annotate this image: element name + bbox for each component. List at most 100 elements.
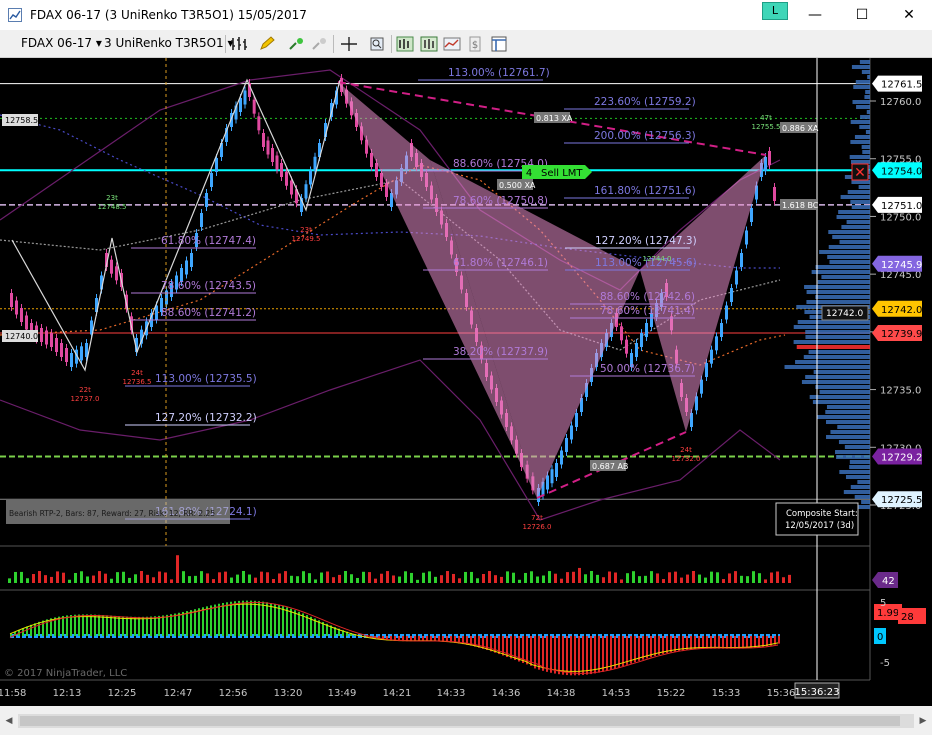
volume-profile-bar	[805, 335, 870, 339]
swing-bars-label: 22t	[79, 386, 91, 394]
horizontal-scrollbar[interactable]: ◀ ▶	[0, 706, 932, 735]
volume-profile-bar	[850, 160, 870, 164]
volume-bar	[188, 576, 191, 583]
volume-bar	[98, 571, 101, 583]
time-tick-label: 15:22	[657, 688, 686, 699]
crosshair-icon[interactable]	[339, 34, 359, 54]
oscillator-bar	[602, 636, 604, 672]
bollinger-lower-line	[0, 359, 781, 521]
volume-bar	[104, 573, 107, 583]
oscillator-bar	[126, 616, 128, 636]
fib-level-label: 61.80% (12747.4)	[161, 235, 256, 247]
data-box-icon[interactable]	[419, 34, 439, 54]
volume-profile-bar	[793, 340, 870, 344]
oscillator-bar	[186, 611, 188, 636]
order-quantity[interactable]: 4	[526, 168, 532, 179]
pencil-draw-icon[interactable]	[257, 34, 277, 54]
volume-bar	[728, 573, 731, 583]
instrument-selector[interactable]: FDAX 06-17 ▾	[21, 36, 102, 50]
chart-panel[interactable]: 113.00% (12761.7) 223.60% (12759.2) 200.00…	[0, 58, 932, 706]
volume-bar	[506, 571, 509, 583]
toolbar-separator	[391, 35, 392, 53]
price-marker-label: 12725.5	[881, 495, 922, 506]
volume-bar	[500, 576, 503, 583]
volume-bar	[596, 574, 599, 583]
volume-bar	[182, 571, 185, 583]
volume-bar	[20, 571, 23, 583]
time-tick-label: 12:25	[108, 688, 137, 699]
add-indicator-icon[interactable]	[287, 34, 307, 54]
volume-bar	[488, 571, 491, 583]
renko-up-bar	[205, 193, 208, 207]
volume-bar	[770, 572, 773, 583]
renko-down-bar	[55, 338, 58, 352]
oscillator-bar	[146, 616, 148, 636]
volume-profile-bar	[854, 495, 870, 499]
oscillator-bar	[210, 605, 212, 636]
volume-bar	[290, 575, 293, 583]
volume-bar	[548, 571, 551, 583]
volume-bar	[14, 571, 17, 583]
volume-bar	[200, 571, 203, 583]
oscillator-bar	[698, 636, 700, 649]
renko-up-bar	[565, 438, 568, 452]
volume-profile-bar	[809, 395, 870, 399]
zoom-icon[interactable]	[367, 34, 387, 54]
volume-profile-bar	[815, 295, 870, 299]
volume-bar	[452, 573, 455, 583]
close-button[interactable]: ✕	[886, 0, 932, 30]
volume-bar	[422, 572, 425, 583]
volume-bar	[296, 576, 299, 583]
strategy-icon[interactable]: $	[465, 34, 485, 54]
bars-type-icon[interactable]	[229, 34, 249, 54]
remove-icon[interactable]	[310, 34, 330, 54]
scroll-left-icon[interactable]: ◀	[2, 714, 16, 728]
oscillator-bar	[246, 600, 248, 636]
oscillator-bar	[98, 614, 100, 636]
volume-profile-bar	[861, 500, 870, 504]
time-tick-label: 14:53	[602, 688, 631, 699]
volume-profile-bar	[803, 355, 870, 359]
minimize-button[interactable]: —	[792, 0, 838, 30]
volume-bar	[542, 575, 545, 583]
link-button[interactable]: L	[762, 2, 788, 20]
fib-level-label: 113.00% (12735.5)	[155, 373, 257, 385]
order-label[interactable]: Sell LMT	[541, 168, 583, 179]
volume-bar	[620, 579, 623, 583]
volume-profile-bar	[865, 90, 870, 94]
maximize-button[interactable]: ☐	[839, 0, 885, 30]
oscillator-bar	[634, 636, 636, 663]
scroll-right-icon[interactable]: ▶	[916, 714, 930, 728]
volume-bar	[356, 577, 359, 583]
properties-icon[interactable]	[489, 34, 509, 54]
oscillator-bar	[638, 636, 640, 661]
volume-profile-bar	[838, 210, 870, 214]
indicator-chart-icon[interactable]	[442, 34, 462, 54]
renko-down-bar	[20, 308, 23, 322]
volume-bar	[428, 571, 431, 583]
renko-down-bar	[271, 148, 274, 162]
price-tick-label: 12760.0	[880, 97, 921, 108]
chart-trader-icon[interactable]	[395, 34, 415, 54]
oscillator-bar	[142, 616, 144, 636]
time-tick-label: 13:20	[274, 688, 303, 699]
cancel-order-glyph[interactable]: ✕	[854, 165, 866, 181]
time-tick-label: 12:13	[53, 688, 82, 699]
renko-up-bar	[215, 158, 218, 172]
scroll-thumb[interactable]	[20, 716, 900, 726]
price-chart[interactable]: 113.00% (12761.7) 223.60% (12759.2) 200.00…	[0, 58, 932, 706]
volume-bar	[476, 578, 479, 583]
oscillator-bar	[106, 615, 108, 636]
renko-up-bar	[710, 349, 713, 364]
chart-app-icon	[8, 8, 22, 22]
volume-bar	[650, 571, 653, 583]
volume-profile-bar	[826, 405, 870, 409]
volume-bar	[458, 578, 461, 583]
swing-price-label: 12755.5	[752, 123, 781, 131]
fib-level-label: 38.20% (12737.9)	[453, 346, 548, 358]
oscillator-bar	[138, 616, 140, 636]
title-bar[interactable]: FDAX 06-17 (3 UniRenko T3R5O1) 15/05/201…	[0, 0, 932, 30]
period-selector[interactable]: 3 UniRenko T3R5O1 ▾	[104, 36, 234, 50]
inner-price-label: 12742.0	[826, 309, 863, 319]
price-tick-label: 12735.0	[880, 386, 921, 397]
